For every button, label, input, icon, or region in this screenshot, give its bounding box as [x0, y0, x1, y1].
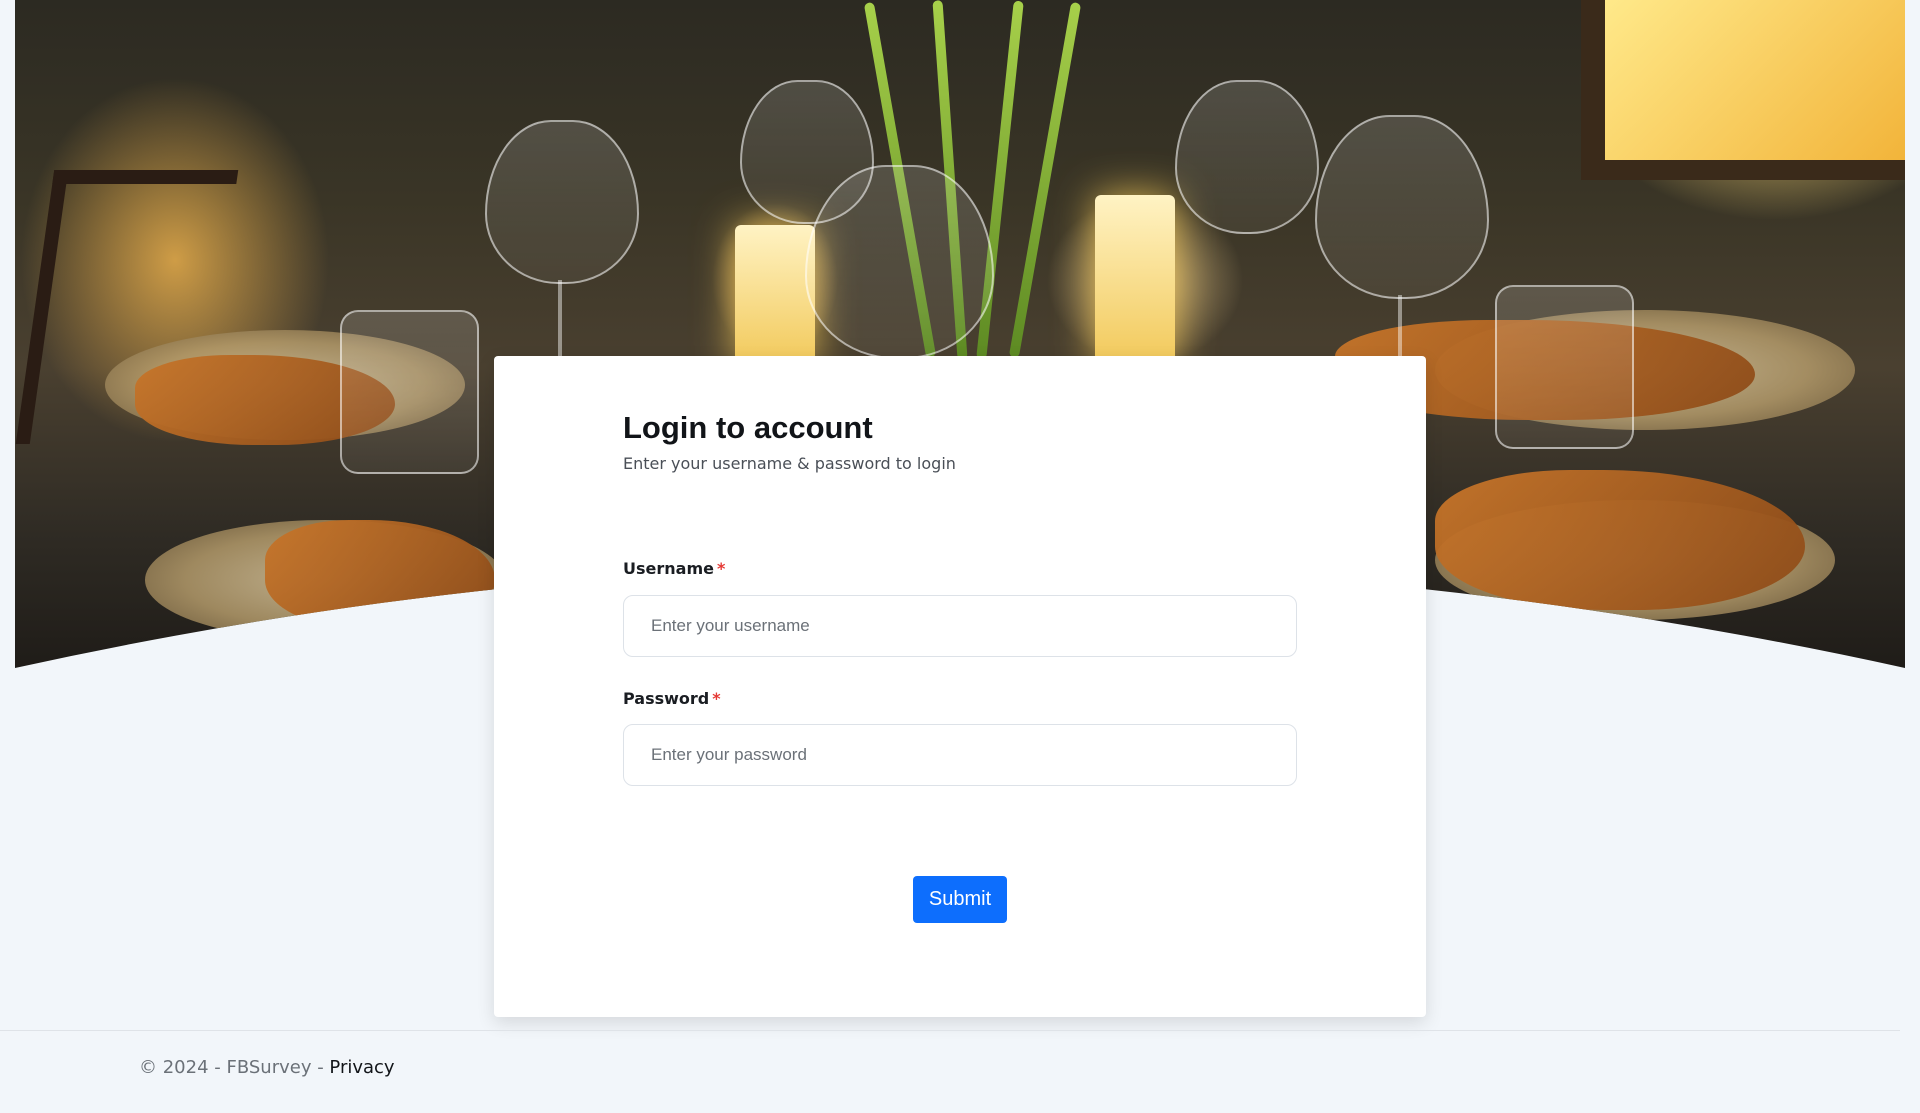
- wine-glass-shape: [1175, 80, 1319, 234]
- submit-button[interactable]: Submit: [913, 876, 1007, 923]
- login-card: Login to account Enter your username & p…: [494, 356, 1426, 1017]
- footer: © 2024 - FBSurvey - Privacy: [139, 1057, 395, 1078]
- password-label: Password *: [623, 689, 721, 708]
- privacy-link[interactable]: Privacy: [329, 1057, 394, 1078]
- page-title: Login to account: [623, 410, 873, 445]
- candle-shape: [735, 225, 815, 365]
- page-subtitle: Enter your username & password to login: [623, 454, 956, 473]
- napkin-shape: [1435, 470, 1805, 610]
- candle-shape: [1095, 195, 1175, 365]
- tumbler-glass-shape: [340, 310, 479, 474]
- wine-glass-shape: [805, 165, 994, 359]
- footer-copyright: © 2024 - FBSurvey -: [139, 1057, 330, 1078]
- required-marker: *: [716, 559, 726, 578]
- napkin-shape: [265, 520, 495, 630]
- stem-shape: [1009, 2, 1081, 358]
- password-input[interactable]: [623, 724, 1297, 786]
- username-label-text: Username: [623, 559, 714, 578]
- footer-divider: [0, 1030, 1900, 1031]
- wine-glass-shape: [485, 120, 639, 284]
- tumbler-glass-shape: [1495, 285, 1634, 449]
- username-input[interactable]: [623, 595, 1297, 657]
- required-marker: *: [712, 689, 721, 708]
- password-label-text: Password: [623, 689, 710, 708]
- login-page: Login to account Enter your username & p…: [0, 0, 1920, 1113]
- wine-glass-shape: [1315, 115, 1489, 299]
- username-label: Username *: [623, 559, 725, 578]
- window-light-shape: [1581, 0, 1905, 180]
